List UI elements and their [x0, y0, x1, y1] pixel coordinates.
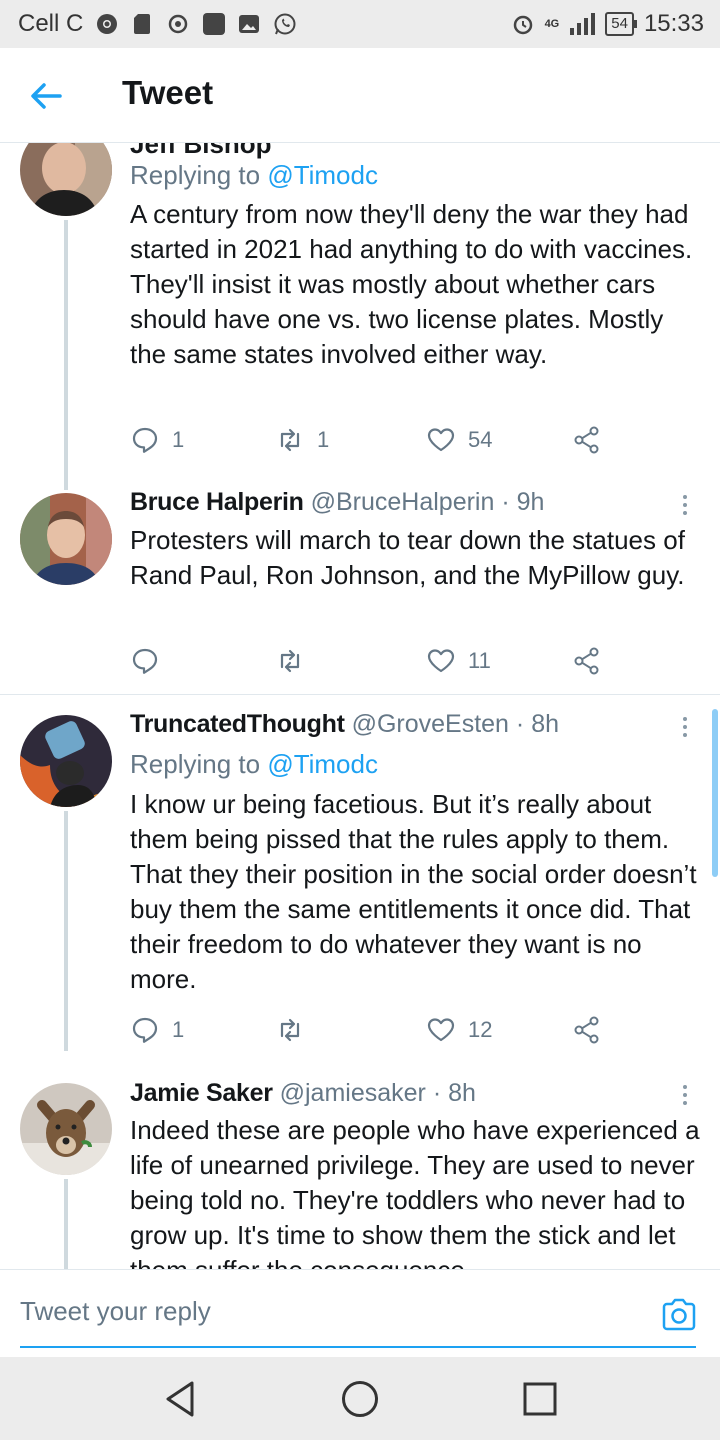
retweet-button[interactable]: 1 [275, 420, 329, 460]
retweet-icon [280, 428, 300, 452]
reply-icon [132, 427, 158, 453]
clock: 15:33 [643, 10, 704, 37]
reply-button[interactable]: 1 [130, 1010, 184, 1050]
whatsapp-icon [274, 13, 296, 35]
timestamp: 8h [531, 710, 560, 738]
sd-card-icon [134, 14, 151, 34]
reply-button[interactable]: 1 [130, 420, 184, 460]
mention-link[interactable]: @Timodc [267, 160, 378, 190]
camera-notification-icon [169, 14, 188, 34]
reply-icon [132, 1017, 158, 1043]
share-icon [574, 647, 599, 675]
share-button[interactable] [572, 420, 602, 460]
heart-icon [427, 428, 455, 452]
nav-home-icon[interactable] [340, 1379, 380, 1419]
tweet-actions: 11 [130, 641, 610, 681]
tweet-header: Jamie Saker @jamiesaker · 8h [130, 1079, 476, 1108]
like-button[interactable]: 12 [426, 1010, 492, 1050]
reply-input[interactable] [20, 1290, 630, 1332]
tweet-text: Indeed these are people who have experie… [130, 1115, 700, 1269]
replying-to: Replying to @Timodc [130, 749, 378, 779]
divider [0, 694, 720, 695]
network-type: 4G [544, 17, 560, 30]
tweet-text: A century from now they'll deny the war … [130, 199, 693, 369]
author-handle[interactable]: @jamiesaker [280, 1079, 426, 1107]
alarm-icon [513, 15, 532, 35]
author-handle[interactable]: @BruceHalperin [311, 488, 495, 516]
scrollbar[interactable] [712, 709, 718, 877]
tweet-header: TruncatedThought @GroveEsten · 8h [130, 710, 559, 739]
share-icon [574, 1016, 599, 1044]
separator: · [501, 488, 510, 516]
thread-line [64, 220, 68, 490]
author-handle[interactable]: @GroveEsten [352, 710, 509, 738]
thread-line [64, 1179, 68, 1269]
avatar[interactable] [20, 143, 112, 216]
app-header: Tweet [0, 48, 720, 143]
nav-recents-icon[interactable] [520, 1379, 560, 1419]
system-nav-bar [0, 1357, 720, 1440]
share-button[interactable] [572, 1010, 602, 1050]
author-name[interactable]: Jamie Saker [130, 1079, 273, 1107]
separator: · [432, 1079, 442, 1107]
avatar[interactable] [20, 493, 112, 585]
avatar[interactable] [20, 1083, 112, 1175]
more-options-icon[interactable] [678, 715, 692, 741]
status-bar: Cell C 4G 54 15:33 [0, 0, 720, 48]
tweet-text: Protesters will march to tear down the s… [130, 525, 685, 590]
reply-button[interactable] [130, 641, 172, 681]
heart-icon [427, 649, 455, 673]
retweet-icon [280, 649, 300, 673]
timestamp: 8h [448, 1079, 476, 1107]
tweet-actions: 1 12 [130, 1010, 610, 1050]
back-arrow-icon[interactable] [26, 76, 66, 116]
author-name[interactable]: Bruce Halperin [130, 488, 304, 516]
thread-line [64, 811, 68, 1051]
camera-icon[interactable] [660, 1296, 698, 1334]
retweet-icon [280, 1018, 300, 1042]
app-notification-icon [203, 13, 226, 35]
reply-icon [132, 648, 158, 674]
like-button[interactable]: 54 [426, 420, 492, 460]
heart-icon [427, 1018, 455, 1042]
author-name[interactable]: TruncatedThought [130, 710, 345, 738]
nav-back-icon[interactable] [160, 1379, 200, 1419]
avatar[interactable] [20, 715, 112, 807]
chrome-icon [97, 14, 118, 34]
like-button[interactable]: 11 [426, 641, 491, 681]
separator: · [515, 710, 525, 738]
more-options-icon[interactable] [678, 493, 692, 519]
signal-icon [570, 13, 596, 35]
battery-indicator: 54 [605, 12, 637, 36]
carrier-label: Cell C [18, 10, 84, 37]
tweet-text: I know ur being facetious. But it’s real… [130, 789, 697, 994]
retweet-button[interactable] [275, 641, 317, 681]
more-options-icon[interactable] [678, 1083, 692, 1109]
clipped-author-name[interactable]: Jeff Bishop [130, 143, 272, 160]
replying-to: Replying to @Timodc [130, 160, 378, 190]
page-title: Tweet [122, 74, 214, 111]
share-button[interactable] [572, 641, 602, 681]
tweet-actions: 1 1 54 [130, 420, 610, 460]
mention-link[interactable]: @Timodc [267, 749, 378, 779]
input-underline [20, 1346, 696, 1348]
retweet-button[interactable] [275, 1010, 317, 1050]
timestamp: 9h [516, 488, 545, 516]
tweet-header: Bruce Halperin @BruceHalperin · 9h [130, 488, 544, 517]
reply-bar [0, 1269, 720, 1358]
gallery-icon [239, 15, 260, 33]
share-icon [574, 426, 599, 454]
tweet-thread[interactable]: Jeff Bishop Replying to @Timodc A centur… [0, 143, 720, 1269]
